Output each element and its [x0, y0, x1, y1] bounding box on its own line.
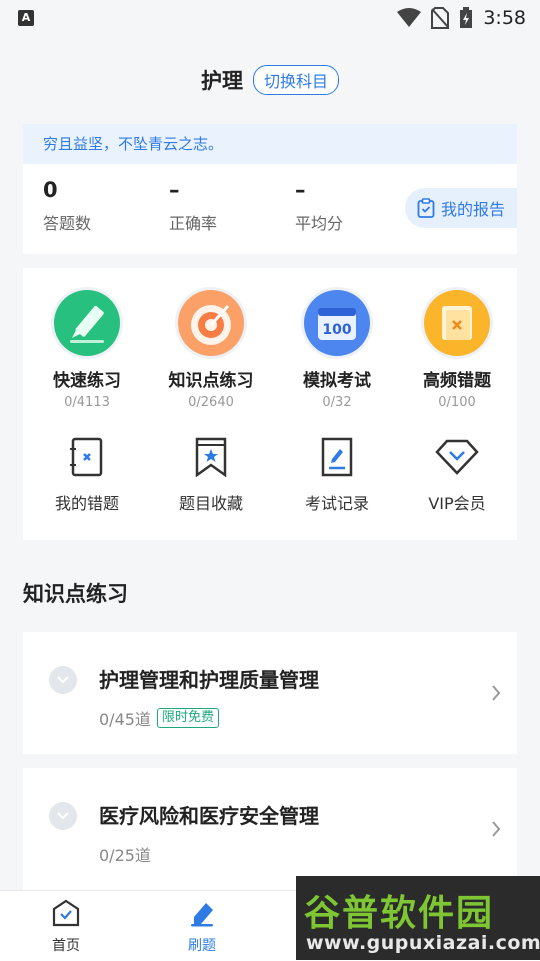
stat-value: 0	[43, 178, 58, 202]
feature-label: 知识点练习	[168, 371, 254, 391]
stat-label: 平均分	[295, 214, 344, 233]
chapter-progress: 0/45道	[99, 710, 151, 729]
tab-label: 刷题	[188, 938, 216, 954]
feature-label: 高频错题	[423, 371, 491, 391]
my-report-button[interactable]: 我的报告	[405, 188, 517, 228]
battery-charging-icon	[460, 7, 473, 28]
feature-label: 快速练习	[53, 371, 121, 391]
watermark-name: 谷普软件园	[304, 893, 495, 934]
subject-title: 护理	[200, 69, 243, 93]
svg-text:100: 100	[322, 322, 351, 338]
pencil-icon	[54, 290, 120, 356]
stat-label: 正确率	[169, 214, 218, 233]
chapter-meta: 0/25道	[99, 842, 151, 866]
tool-label: 题目收藏	[178, 494, 243, 513]
chapter-progress: 0/25道	[99, 846, 151, 865]
vip-membership-button[interactable]: VIP会员	[397, 436, 517, 514]
stat-label: 答题数	[43, 214, 92, 233]
home-icon	[52, 899, 80, 927]
watermark-url: www.gupuxiazai.com	[306, 932, 540, 954]
chapter-title: 护理管理和护理质量管理	[99, 668, 319, 692]
feature-count: 0/2640	[188, 395, 234, 410]
free-badge: 限时免费	[156, 708, 219, 728]
stat-value: –	[295, 178, 306, 202]
practice-icon	[191, 903, 213, 927]
frequent-mistakes-button[interactable]: 高频错题 0/100	[397, 290, 517, 410]
tool-label: VIP会员	[428, 494, 486, 513]
watermark-logo: 谷普软件园 www.gupuxiazai.com	[296, 876, 540, 960]
status-bar: A 3:58	[0, 0, 540, 36]
stat-answer-count: 0 答题数	[43, 178, 91, 234]
exam-records-button[interactable]: 考试记录	[277, 436, 397, 514]
bookmark-icon	[151, 436, 271, 478]
tab-label: 首页	[52, 938, 80, 954]
calendar-100-icon: 100	[304, 290, 370, 356]
quick-practice-button[interactable]: 快速练习 0/4113	[27, 290, 147, 410]
feature-count: 0/32	[322, 395, 352, 410]
wrong-book-icon	[424, 290, 490, 356]
report-clipboard-icon	[417, 198, 435, 218]
stats-row: 0 答题数 – 正确率 – 平均分 我的报告	[23, 164, 517, 254]
target-icon	[178, 290, 244, 356]
favorites-button[interactable]: 题目收藏	[151, 436, 271, 514]
mock-exam-button[interactable]: 100 模拟考试 0/32	[277, 290, 397, 410]
expand-chevron-icon[interactable]	[49, 666, 77, 694]
chapter-item[interactable]: 护理管理和护理质量管理 0/45道 限时免费	[23, 632, 517, 754]
exam-record-icon	[277, 436, 397, 478]
switch-subject-button[interactable]: 切换科目	[252, 65, 339, 95]
knowledge-practice-button[interactable]: 知识点练习 0/2640	[151, 290, 271, 410]
tab-home[interactable]: 首页	[26, 899, 106, 955]
wrong-note-icon	[27, 436, 147, 478]
tool-label: 我的错题	[54, 494, 119, 513]
practice-tools-card: 快速练习 0/4113 知识点练习 0/2640 100 模拟考试 0/32 高…	[23, 268, 517, 540]
header: 护理 切换科目	[0, 56, 540, 104]
my-mistakes-button[interactable]: 我的错题	[27, 436, 147, 514]
section-title: 知识点练习	[23, 582, 128, 606]
chapter-title: 医疗风险和医疗安全管理	[99, 804, 319, 828]
diamond-icon	[397, 436, 517, 478]
expand-chevron-icon[interactable]	[49, 802, 77, 830]
stat-average-score: – 平均分	[295, 178, 343, 234]
tool-label: 考试记录	[304, 494, 369, 513]
tab-practice[interactable]: 刷题	[162, 899, 242, 955]
motto-banner: 穷且益坚，不坠青云之志。	[23, 124, 517, 164]
chevron-right-icon	[492, 685, 501, 701]
summary-card: 穷且益坚，不坠青云之志。 0 答题数 – 正确率 – 平均分 我的报告	[23, 124, 517, 254]
chapter-meta: 0/45道 限时免费	[99, 706, 219, 730]
feature-label: 模拟考试	[303, 371, 371, 391]
chevron-right-icon	[492, 821, 501, 837]
stat-accuracy: – 正确率	[169, 178, 217, 234]
clock: 3:58	[483, 7, 526, 29]
no-sim-icon	[431, 7, 450, 29]
stat-value: –	[169, 178, 180, 202]
chapter-item[interactable]: 医疗风险和医疗安全管理 0/25道	[23, 768, 517, 890]
my-report-label: 我的报告	[441, 200, 506, 219]
wifi-icon	[397, 8, 422, 27]
feature-count: 0/4113	[64, 395, 110, 410]
feature-count: 0/100	[438, 395, 476, 410]
app-notification-icon: A	[18, 10, 34, 26]
